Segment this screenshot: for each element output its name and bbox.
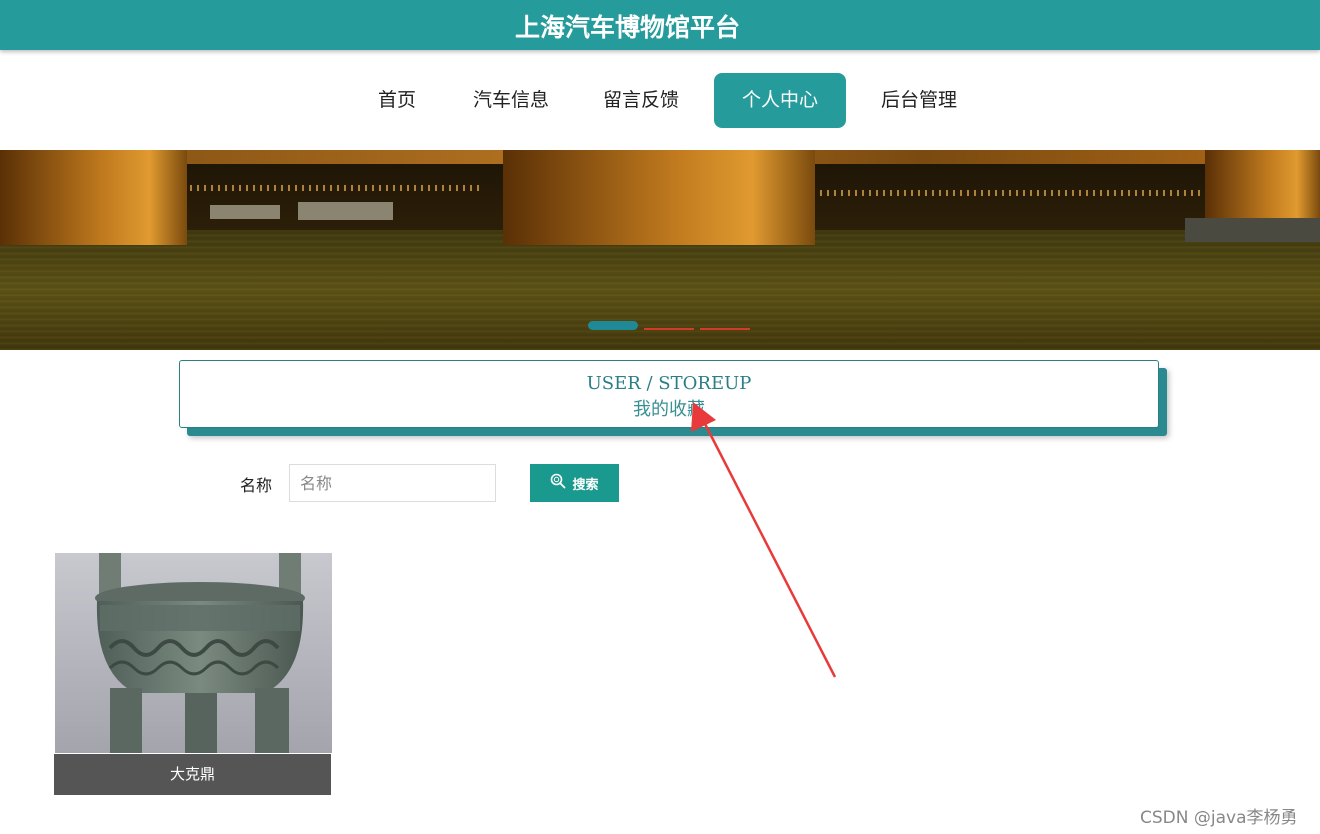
site-title: 上海汽车博物馆平台 bbox=[515, 13, 741, 42]
banner-pier-left bbox=[0, 150, 187, 245]
banner-barge bbox=[1185, 218, 1320, 242]
banner-carousel[interactable] bbox=[0, 150, 1320, 350]
search-input[interactable] bbox=[289, 464, 496, 502]
search-button[interactable]: 搜索 bbox=[530, 464, 619, 502]
carousel-indicators bbox=[588, 321, 758, 331]
nav-item-car-info[interactable]: 汽车信息 bbox=[461, 73, 561, 128]
carousel-dot-3[interactable] bbox=[700, 328, 750, 330]
banner-boat bbox=[210, 205, 280, 219]
nav-item-feedback[interactable]: 留言反馈 bbox=[591, 73, 691, 128]
banner-pier-right bbox=[1205, 150, 1320, 220]
banner-river bbox=[0, 230, 1320, 350]
favorite-card[interactable]: 大克鼎 bbox=[54, 552, 332, 795]
banner-city-lights-right bbox=[820, 190, 1200, 196]
nav-item-user-center[interactable]: 个人中心 bbox=[714, 73, 846, 128]
nav-item-home[interactable]: 首页 bbox=[366, 73, 428, 128]
search-icon bbox=[550, 473, 566, 493]
section-title-cn: 我的收藏 bbox=[633, 399, 705, 420]
search-button-label: 搜索 bbox=[572, 477, 599, 493]
favorite-card-image bbox=[55, 553, 332, 753]
favorite-card-title: 大克鼎 bbox=[54, 754, 331, 795]
main-nav: 首页 汽车信息 留言反馈 个人中心 后台管理 bbox=[0, 50, 1320, 150]
banner-boat-2 bbox=[298, 202, 393, 220]
section-title-en: USER / STOREUP bbox=[586, 373, 752, 394]
search-label: 名称 bbox=[240, 476, 273, 495]
section-title-box: USER / STOREUP 我的收藏 bbox=[179, 360, 1159, 428]
banner-city-lights bbox=[190, 185, 480, 191]
header-bar: 上海汽车博物馆平台 bbox=[0, 0, 1320, 50]
watermark: CSDN @java李杨勇 bbox=[1140, 808, 1298, 828]
carousel-dot-2[interactable] bbox=[644, 328, 694, 330]
banner-pier-middle bbox=[503, 150, 815, 245]
nav-item-admin[interactable]: 后台管理 bbox=[869, 73, 969, 128]
carousel-dot-1[interactable] bbox=[588, 321, 638, 330]
